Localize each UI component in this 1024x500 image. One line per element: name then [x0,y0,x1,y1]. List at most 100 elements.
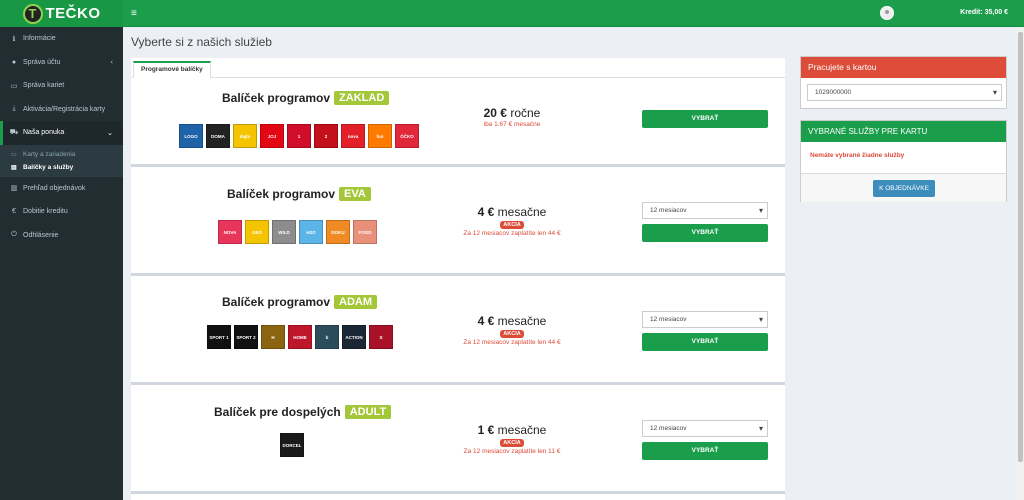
channel-logo-icon: DOKU [326,220,350,244]
channel-logos: SPORT 1 SPORT 2 H HOME b ACTION S [207,325,393,349]
sidebar-item-label: Dobitie kreditu [23,208,68,216]
tab-program-packages[interactable]: Programové balíčky [133,61,211,78]
package-name: Balíček programov [222,91,331,105]
select-package-button[interactable]: VYBRAŤ [642,110,768,128]
channel-logo-icon: b [315,325,339,349]
sidebar-item-label: Prehľad objednávok [23,184,86,192]
channel-logo-icon: ACTION [342,325,366,349]
menu-toggle-icon[interactable]: ≡ [131,8,137,19]
package-name: Balíček programov [222,295,331,309]
info-icon: ℹ [12,35,16,43]
sidebar-item-label: Informácie [23,35,56,43]
channel-logo-icon: dajto [233,124,257,148]
sidebar: ℹ Informácie ● Správa účtu ‹ ▭ Správa kariet… [0,27,123,500]
channel-logo-icon: JOJ [260,124,284,148]
credit-label: Kredit: 35,00 € [960,9,1008,16]
no-services-message: Nemáte vybrané žiadne služby [810,152,905,159]
duration-select[interactable]: 12 mesiacov [642,420,768,437]
sidebar-item-activation[interactable]: ⤓ Aktivácia/Registrácia karty [0,98,123,122]
channel-logo-icon: nova [341,124,365,148]
package-badge: ADULT [344,405,392,419]
sale-badge: AKCIA [500,330,524,338]
sidebar-item-logout[interactable]: ⏻ Odhlásenie [0,224,123,248]
logo-text: TEČKO [45,5,101,22]
sidebar-item-cards[interactable]: ▭ Správa kariet [0,74,123,98]
chart-icon: ▥ [10,185,18,193]
price-note: Za 12 mesiacov zaplatíte len 44 € [463,339,561,346]
sidebar-item-info[interactable]: ℹ Informácie [0,27,123,51]
list-icon: ▤ [11,164,17,171]
package-price: 1 € mesačne AKCIA Za 12 mesiacov zaplatí… [442,423,582,455]
packages-panel: Programové balíčky Balíček programov ZAKL… [131,58,785,500]
price-note: Za 12 mesiacov zaplatíte len 11 € [463,448,561,455]
user-avatar[interactable] [880,6,894,20]
sidebar-item-label: Správa kariet [23,82,65,90]
channel-logos: LOGO DOMA dajto JOJ 1 2 nova fun ÓČKO [179,124,419,148]
go-to-order-button[interactable]: K OBJEDNÁVKE [873,180,935,197]
price-period: mesačne [497,423,547,437]
channel-logo-icon: SPORT 2 [234,325,258,349]
services-box-title: VYBRANÉ SLUŽBY PRE KARTU [801,121,1006,142]
channel-logo-icon: H [261,325,285,349]
channel-logos: DORCEL [280,433,304,457]
package-eva: Balíček programov EVA NOVA GEO WILD H2O DOKU F… [131,167,785,273]
sidebar-submenu: ▭ Karty a zariadenia ▤ Balíčky a služby [0,144,123,177]
channel-logo-icon: 2 [314,124,338,148]
price-note: Za 12 mesiacov zaplatíte len 44 € [463,230,561,237]
sale-badge: AKCIA [500,221,524,229]
price-period: mesačne [497,314,547,328]
select-package-button[interactable]: VYBRAŤ [642,442,768,460]
channel-logo-icon: ÓČKO [395,124,419,148]
sidebar-subitem-packages[interactable]: ▤ Balíčky a služby [0,161,123,174]
power-icon: ⏻ [11,231,17,239]
duration-select[interactable]: 12 mesiacov [642,311,768,328]
sidebar-item-offer[interactable]: ⛟ Naša ponuka ⌄ [0,121,123,145]
package-title: Balíček programov ZAKLAD [222,91,390,105]
channel-logo-icon: FOOD [353,220,377,244]
brand-logo[interactable]: T TEČKO [0,0,123,27]
card-select[interactable]: 1029000000 [807,84,1002,101]
package-title: Balíček pre dospelých ADULT [214,405,392,419]
sidebar-item-account[interactable]: ● Správa účtu ‹ [0,51,123,75]
sidebar-subitem-label: Karty a zariadenia [23,150,76,158]
download-icon: ⤓ [12,105,16,113]
sale-badge: AKCIA [500,439,524,447]
services-box-footer: K OBJEDNÁVKE [801,173,1006,202]
package-adam: Balíček programov ADAM SPORT 1 SPORT 2 H HOM… [131,276,785,382]
package-name: Balíček pre dospelých [214,405,341,419]
sidebar-item-label: Správa účtu [23,58,61,66]
sidebar-item-label: Aktivácia/Registrácia karty [23,105,106,113]
sidebar-subitem-label: Balíčky a služby [23,163,74,171]
package-title: Balíček programov EVA [227,187,371,201]
card-box-title: Pracujete s kartou [801,57,1006,78]
select-package-button[interactable]: VYBRAŤ [642,224,768,242]
price-period: mesačne [497,205,547,219]
tab-bar: Programové balíčky [131,58,785,78]
channel-logo-icon: DOMA [206,124,230,148]
package-badge: ADAM [334,295,378,309]
card-icon: ▭ [10,82,18,90]
channel-logo-icon: SPORT 1 [207,325,231,349]
selected-services-box: VYBRANÉ SLUŽBY PRE KARTU Nemáte vybrané … [800,120,1007,202]
package-name: Balíček programov [227,187,336,201]
select-package-button[interactable]: VYBRAŤ [642,333,768,351]
chevron-left-icon: ‹ [110,58,113,66]
sidebar-item-topup[interactable]: € Dobitie kreditu [0,200,123,224]
price-amount: 4 € [477,205,495,219]
channel-logo-icon: NOVA [218,220,242,244]
package-title: Balíček programov ADAM [222,295,378,309]
duration-select[interactable]: 12 mesiacov [642,202,768,219]
card-selection-box: Pracujete s kartou 1029000000 [800,56,1007,109]
price-amount: 1 € [477,423,495,437]
sidebar-subitem-cards-devices[interactable]: ▭ Karty a zariadenia [0,148,123,161]
user-icon: ● [11,58,17,66]
scrollbar[interactable] [1017,27,1024,500]
chevron-down-icon: ⌄ [107,129,113,137]
sidebar-item-orders[interactable]: ▥ Prehľad objednávok [0,177,123,201]
channel-logos: NOVA GEO WILD H2O DOKU FOOD [218,220,377,244]
scrollbar-thumb[interactable] [1018,32,1023,462]
channel-logo-icon: GEO [245,220,269,244]
euro-icon: € [12,208,16,216]
price-period: ročne [510,106,541,120]
package-badge: ZAKLAD [334,91,390,105]
